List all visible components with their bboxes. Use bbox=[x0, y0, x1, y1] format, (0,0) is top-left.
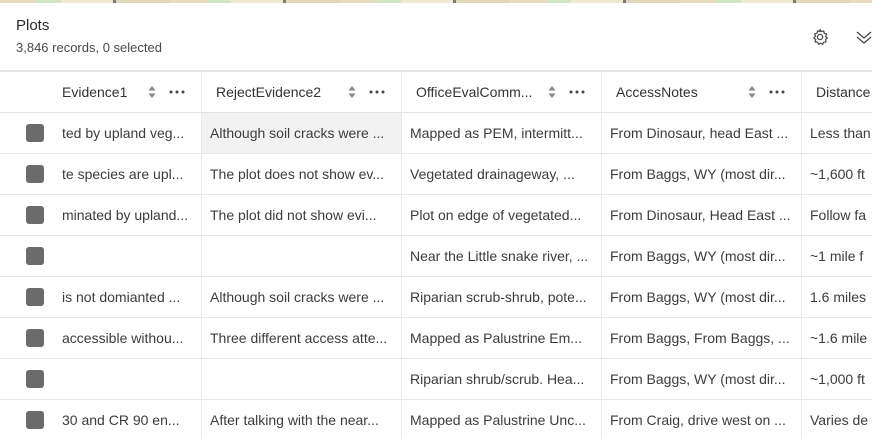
cell-evidence1[interactable]: minated by upland... bbox=[62, 195, 202, 235]
cell-evidence1[interactable]: ted by upland veg... bbox=[62, 113, 202, 153]
cell-accessnotes[interactable]: From Craig, drive west on ... bbox=[602, 400, 802, 439]
more-options-icon[interactable] bbox=[368, 84, 386, 100]
cell-rejectevidence2[interactable]: The plot does not show ev... bbox=[202, 154, 402, 194]
cell-rejectevidence2[interactable] bbox=[202, 359, 402, 399]
cell-accessnotes[interactable]: From Baggs, From Baggs, ... bbox=[602, 318, 802, 358]
cell-rejectevidence2[interactable]: Three different access atte... bbox=[202, 318, 402, 358]
cell-distance[interactable]: Follow fa bbox=[802, 195, 872, 235]
cell-distance[interactable]: ~1,600 ft bbox=[802, 154, 872, 194]
cell-evidence1[interactable]: 30 and CR 90 en... bbox=[62, 400, 202, 439]
column-header-officeevalcomments[interactable]: OfficeEvalComm... bbox=[402, 72, 602, 112]
table-row[interactable]: Riparian shrub/scrub. Hea... From Baggs,… bbox=[0, 359, 872, 400]
cell-evidence1[interactable]: accessible withou... bbox=[62, 318, 202, 358]
row-select-checkbox[interactable] bbox=[26, 288, 44, 306]
column-label: RejectEvidence2 bbox=[216, 84, 322, 100]
column-header-evidence1[interactable]: Evidence1 bbox=[62, 72, 202, 112]
cell-rejectevidence2[interactable]: After talking with the near... bbox=[202, 400, 402, 439]
table-row[interactable]: is not domianted ... Although soil crack… bbox=[0, 277, 872, 318]
row-select-checkbox[interactable] bbox=[26, 329, 44, 347]
cell-distance[interactable]: ~1 mile f bbox=[802, 236, 872, 276]
row-select-cell bbox=[3, 195, 62, 235]
row-select-cell bbox=[3, 277, 62, 317]
column-label: OfficeEvalComm... bbox=[416, 84, 533, 100]
row-select-cell bbox=[3, 318, 62, 358]
cell-officeevalcomments[interactable]: Mapped as PEM, intermitt... bbox=[402, 113, 602, 153]
row-select-checkbox[interactable] bbox=[26, 165, 44, 183]
cell-accessnotes[interactable]: From Baggs, WY (most dir... bbox=[602, 154, 802, 194]
attribute-table: Evidence1 RejectEvidence2 OfficeEvalComm… bbox=[0, 72, 872, 439]
table-header-panel: Plots 3,846 records, 0 selected bbox=[0, 3, 872, 71]
row-select-cell bbox=[3, 236, 62, 276]
column-header-distance[interactable]: Distance bbox=[802, 72, 872, 112]
cell-rejectevidence2[interactable]: The plot did not show evi... bbox=[202, 195, 402, 235]
cell-officeevalcomments[interactable]: Mapped as Palustrine Unc... bbox=[402, 400, 602, 439]
more-options-icon[interactable] bbox=[568, 84, 586, 100]
cell-officeevalcomments[interactable]: Mapped as Palustrine Em... bbox=[402, 318, 602, 358]
column-header-row: Evidence1 RejectEvidence2 OfficeEvalComm… bbox=[0, 72, 872, 113]
cell-distance[interactable]: ~1,000 ft bbox=[802, 359, 872, 399]
cell-officeevalcomments[interactable]: Near the Little snake river, ... bbox=[402, 236, 602, 276]
cell-accessnotes[interactable]: From Dinosaur, Head East ... bbox=[602, 195, 802, 235]
table-row[interactable]: Near the Little snake river, ... From Ba… bbox=[0, 236, 872, 277]
cell-evidence1[interactable] bbox=[62, 236, 202, 276]
record-count: 3,846 records, 0 selected bbox=[16, 40, 162, 55]
cell-evidence1[interactable]: te species are upl... bbox=[62, 154, 202, 194]
row-select-checkbox[interactable] bbox=[26, 411, 44, 429]
cell-distance[interactable]: Less than bbox=[802, 113, 872, 153]
table-row[interactable]: ted by upland veg... Although soil crack… bbox=[0, 113, 872, 154]
sort-icon[interactable] bbox=[148, 85, 156, 99]
cell-officeevalcomments[interactable]: Plot on edge of vegetated... bbox=[402, 195, 602, 235]
column-label: AccessNotes bbox=[616, 84, 698, 100]
row-select-cell bbox=[3, 400, 62, 439]
cell-rejectevidence2[interactable] bbox=[202, 236, 402, 276]
cell-rejectevidence2[interactable]: Although soil cracks were ... bbox=[202, 113, 402, 153]
more-options-icon[interactable] bbox=[768, 84, 786, 100]
layer-title: Plots bbox=[16, 17, 50, 34]
row-select-cell bbox=[3, 113, 62, 153]
chevrons-down-icon[interactable] bbox=[854, 27, 872, 47]
table-row[interactable]: minated by upland... The plot did not sh… bbox=[0, 195, 872, 236]
column-header-accessnotes[interactable]: AccessNotes bbox=[602, 72, 802, 112]
cell-officeevalcomments[interactable]: Riparian scrub-shrub, pote... bbox=[402, 277, 602, 317]
cell-evidence1[interactable]: is not domianted ... bbox=[62, 277, 202, 317]
row-select-checkbox[interactable] bbox=[26, 370, 44, 388]
row-select-cell bbox=[3, 154, 62, 194]
cell-accessnotes[interactable]: From Baggs, WY (most dir... bbox=[602, 359, 802, 399]
cell-distance[interactable]: ~1.6 mile bbox=[802, 318, 872, 358]
sort-icon[interactable] bbox=[548, 85, 556, 99]
row-select-checkbox[interactable] bbox=[26, 124, 44, 142]
column-label: Evidence1 bbox=[62, 84, 128, 100]
table-row[interactable]: te species are upl... The plot does not … bbox=[0, 154, 872, 195]
row-select-cell bbox=[3, 359, 62, 399]
cell-accessnotes[interactable]: From Baggs, WY (most dir... bbox=[602, 277, 802, 317]
cell-officeevalcomments[interactable]: Riparian shrub/scrub. Hea... bbox=[402, 359, 602, 399]
cell-rejectevidence2[interactable]: Although soil cracks were ... bbox=[202, 277, 402, 317]
cell-accessnotes[interactable]: From Baggs, WY (most dir... bbox=[602, 236, 802, 276]
gear-icon[interactable] bbox=[810, 27, 830, 47]
cell-evidence1[interactable] bbox=[62, 359, 202, 399]
row-select-checkbox[interactable] bbox=[26, 247, 44, 265]
more-options-icon[interactable] bbox=[168, 84, 186, 100]
cell-accessnotes[interactable]: From Dinosaur, head East ... bbox=[602, 113, 802, 153]
sort-icon[interactable] bbox=[748, 85, 756, 99]
cell-distance[interactable]: Varies de bbox=[802, 400, 872, 439]
cell-distance[interactable]: 1.6 miles bbox=[802, 277, 872, 317]
table-row[interactable]: accessible withou... Three different acc… bbox=[0, 318, 872, 359]
table-row[interactable]: 30 and CR 90 en... After talking with th… bbox=[0, 400, 872, 439]
cell-officeevalcomments[interactable]: Vegetated drainageway, ... bbox=[402, 154, 602, 194]
sort-icon[interactable] bbox=[348, 85, 356, 99]
row-select-checkbox[interactable] bbox=[26, 206, 44, 224]
column-label: Distance bbox=[816, 84, 871, 100]
column-header-rejectevidence2[interactable]: RejectEvidence2 bbox=[202, 72, 402, 112]
